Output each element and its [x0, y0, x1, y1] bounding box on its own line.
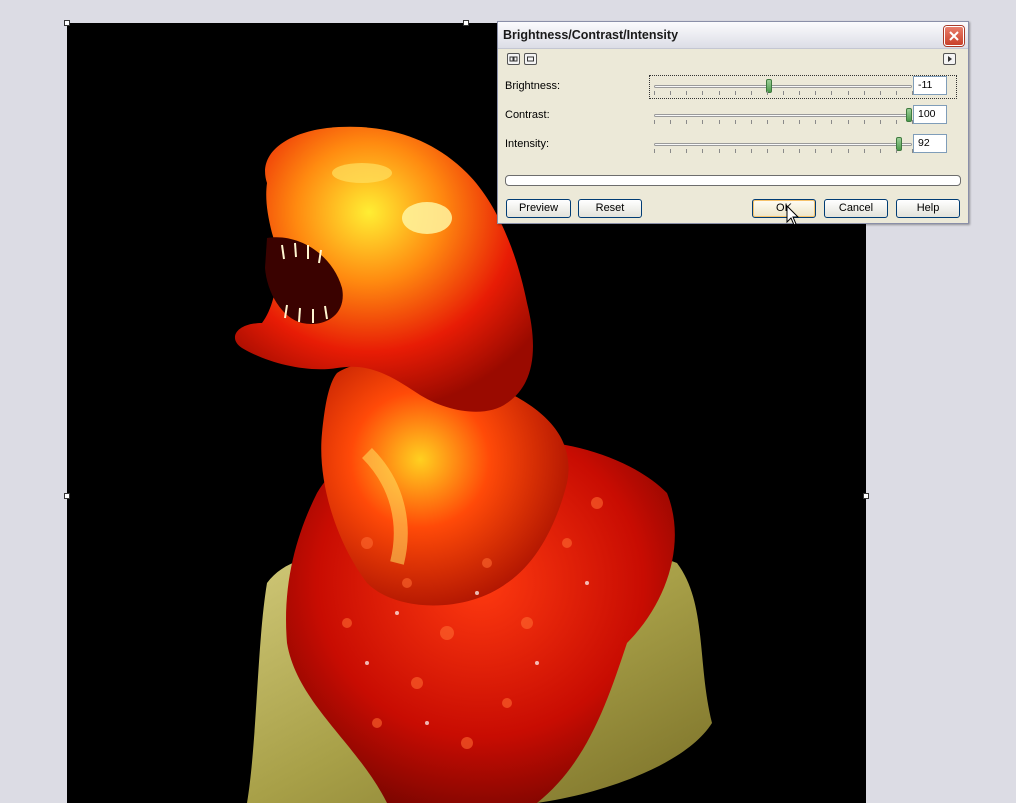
slider-tick	[735, 120, 736, 124]
slider-tick	[848, 149, 849, 153]
slider-tick	[719, 149, 720, 153]
slider-tick	[880, 120, 881, 124]
ok-button[interactable]: OK	[752, 199, 816, 218]
brightness-contrast-dialog: Brightness/Contrast/Intensity Brightness…	[497, 21, 969, 224]
slider-tick	[686, 149, 687, 153]
brightness-row: Brightness: -11	[498, 75, 968, 99]
slider-tick	[783, 120, 784, 124]
resize-handle-top-center[interactable]	[463, 20, 469, 26]
slider-tick	[686, 120, 687, 124]
slider-tick	[670, 149, 671, 153]
slider-tick	[735, 149, 736, 153]
help-button[interactable]: Help	[896, 199, 960, 218]
progress-bar	[505, 175, 961, 186]
slider-tick	[799, 120, 800, 124]
slider-tick	[719, 91, 720, 95]
slider-track	[654, 114, 912, 117]
slider-tick	[896, 120, 897, 124]
resize-handle-middle-right[interactable]	[863, 493, 869, 499]
slider-tick	[751, 91, 752, 95]
slider-tick	[912, 91, 913, 95]
dialog-title: Brightness/Contrast/Intensity	[503, 28, 679, 42]
slider-tick	[686, 91, 687, 95]
contrast-slider[interactable]: 100	[650, 105, 956, 127]
slider-tick	[654, 91, 655, 95]
slider-tick	[848, 120, 849, 124]
contrast-value-input[interactable]: 100	[913, 105, 947, 124]
contrast-row: Contrast: 100	[498, 105, 968, 127]
menu-arrow-icon[interactable]	[943, 53, 956, 65]
intensity-value-input[interactable]: 92	[913, 134, 947, 153]
slider-tick	[831, 91, 832, 95]
slider-tick	[783, 91, 784, 95]
slider-tick	[831, 120, 832, 124]
slider-tick	[751, 120, 752, 124]
mouse-cursor-icon	[786, 204, 800, 232]
slider-tick	[702, 91, 703, 95]
reset-button[interactable]: Reset	[578, 199, 642, 218]
slider-tick	[719, 120, 720, 124]
resize-handle-middle-left[interactable]	[64, 493, 70, 499]
slider-tick	[815, 149, 816, 153]
slider-tick	[912, 149, 913, 153]
resize-handle-top-left[interactable]	[64, 20, 70, 26]
slider-tick	[783, 149, 784, 153]
slider-tick	[864, 120, 865, 124]
slider-tick	[880, 149, 881, 153]
slider-tick	[815, 120, 816, 124]
slider-track	[654, 85, 912, 88]
slider-tick	[896, 91, 897, 95]
slider-tick	[880, 91, 881, 95]
slider-tick	[735, 91, 736, 95]
preview-button[interactable]: Preview	[506, 199, 571, 218]
close-icon[interactable]	[944, 26, 964, 46]
slider-tick	[831, 149, 832, 153]
slider-tick	[799, 149, 800, 153]
slider-tick	[654, 149, 655, 153]
intensity-label: Intensity:	[505, 138, 550, 150]
slider-tick	[896, 149, 897, 153]
slider-tick	[864, 91, 865, 95]
dialog-titlebar[interactable]: Brightness/Contrast/Intensity	[498, 22, 968, 49]
slider-tick	[654, 120, 655, 124]
slider-tick	[702, 120, 703, 124]
brightness-value-input[interactable]: -11	[913, 76, 947, 95]
slider-tick	[767, 149, 768, 153]
intensity-slider[interactable]: 92	[650, 134, 956, 156]
slider-tick	[767, 91, 768, 95]
slider-tick	[912, 120, 913, 124]
brightness-label: Brightness:	[505, 80, 561, 92]
dialog-toolbar	[498, 49, 968, 69]
contrast-label: Contrast:	[505, 109, 550, 121]
slider-tick	[702, 149, 703, 153]
slider-tick	[670, 120, 671, 124]
slider-tick	[848, 91, 849, 95]
collapse-icon[interactable]	[524, 53, 537, 65]
slider-tick	[670, 91, 671, 95]
slider-track	[654, 143, 912, 146]
slider-tick	[799, 91, 800, 95]
brightness-slider[interactable]: -11	[649, 75, 957, 99]
slider-tick	[815, 91, 816, 95]
slider-tick	[767, 120, 768, 124]
slider-tick	[751, 149, 752, 153]
cancel-button[interactable]: Cancel	[824, 199, 888, 218]
slider-tick	[864, 149, 865, 153]
intensity-row: Intensity: 92	[498, 134, 968, 156]
expand-icon[interactable]	[507, 53, 520, 65]
